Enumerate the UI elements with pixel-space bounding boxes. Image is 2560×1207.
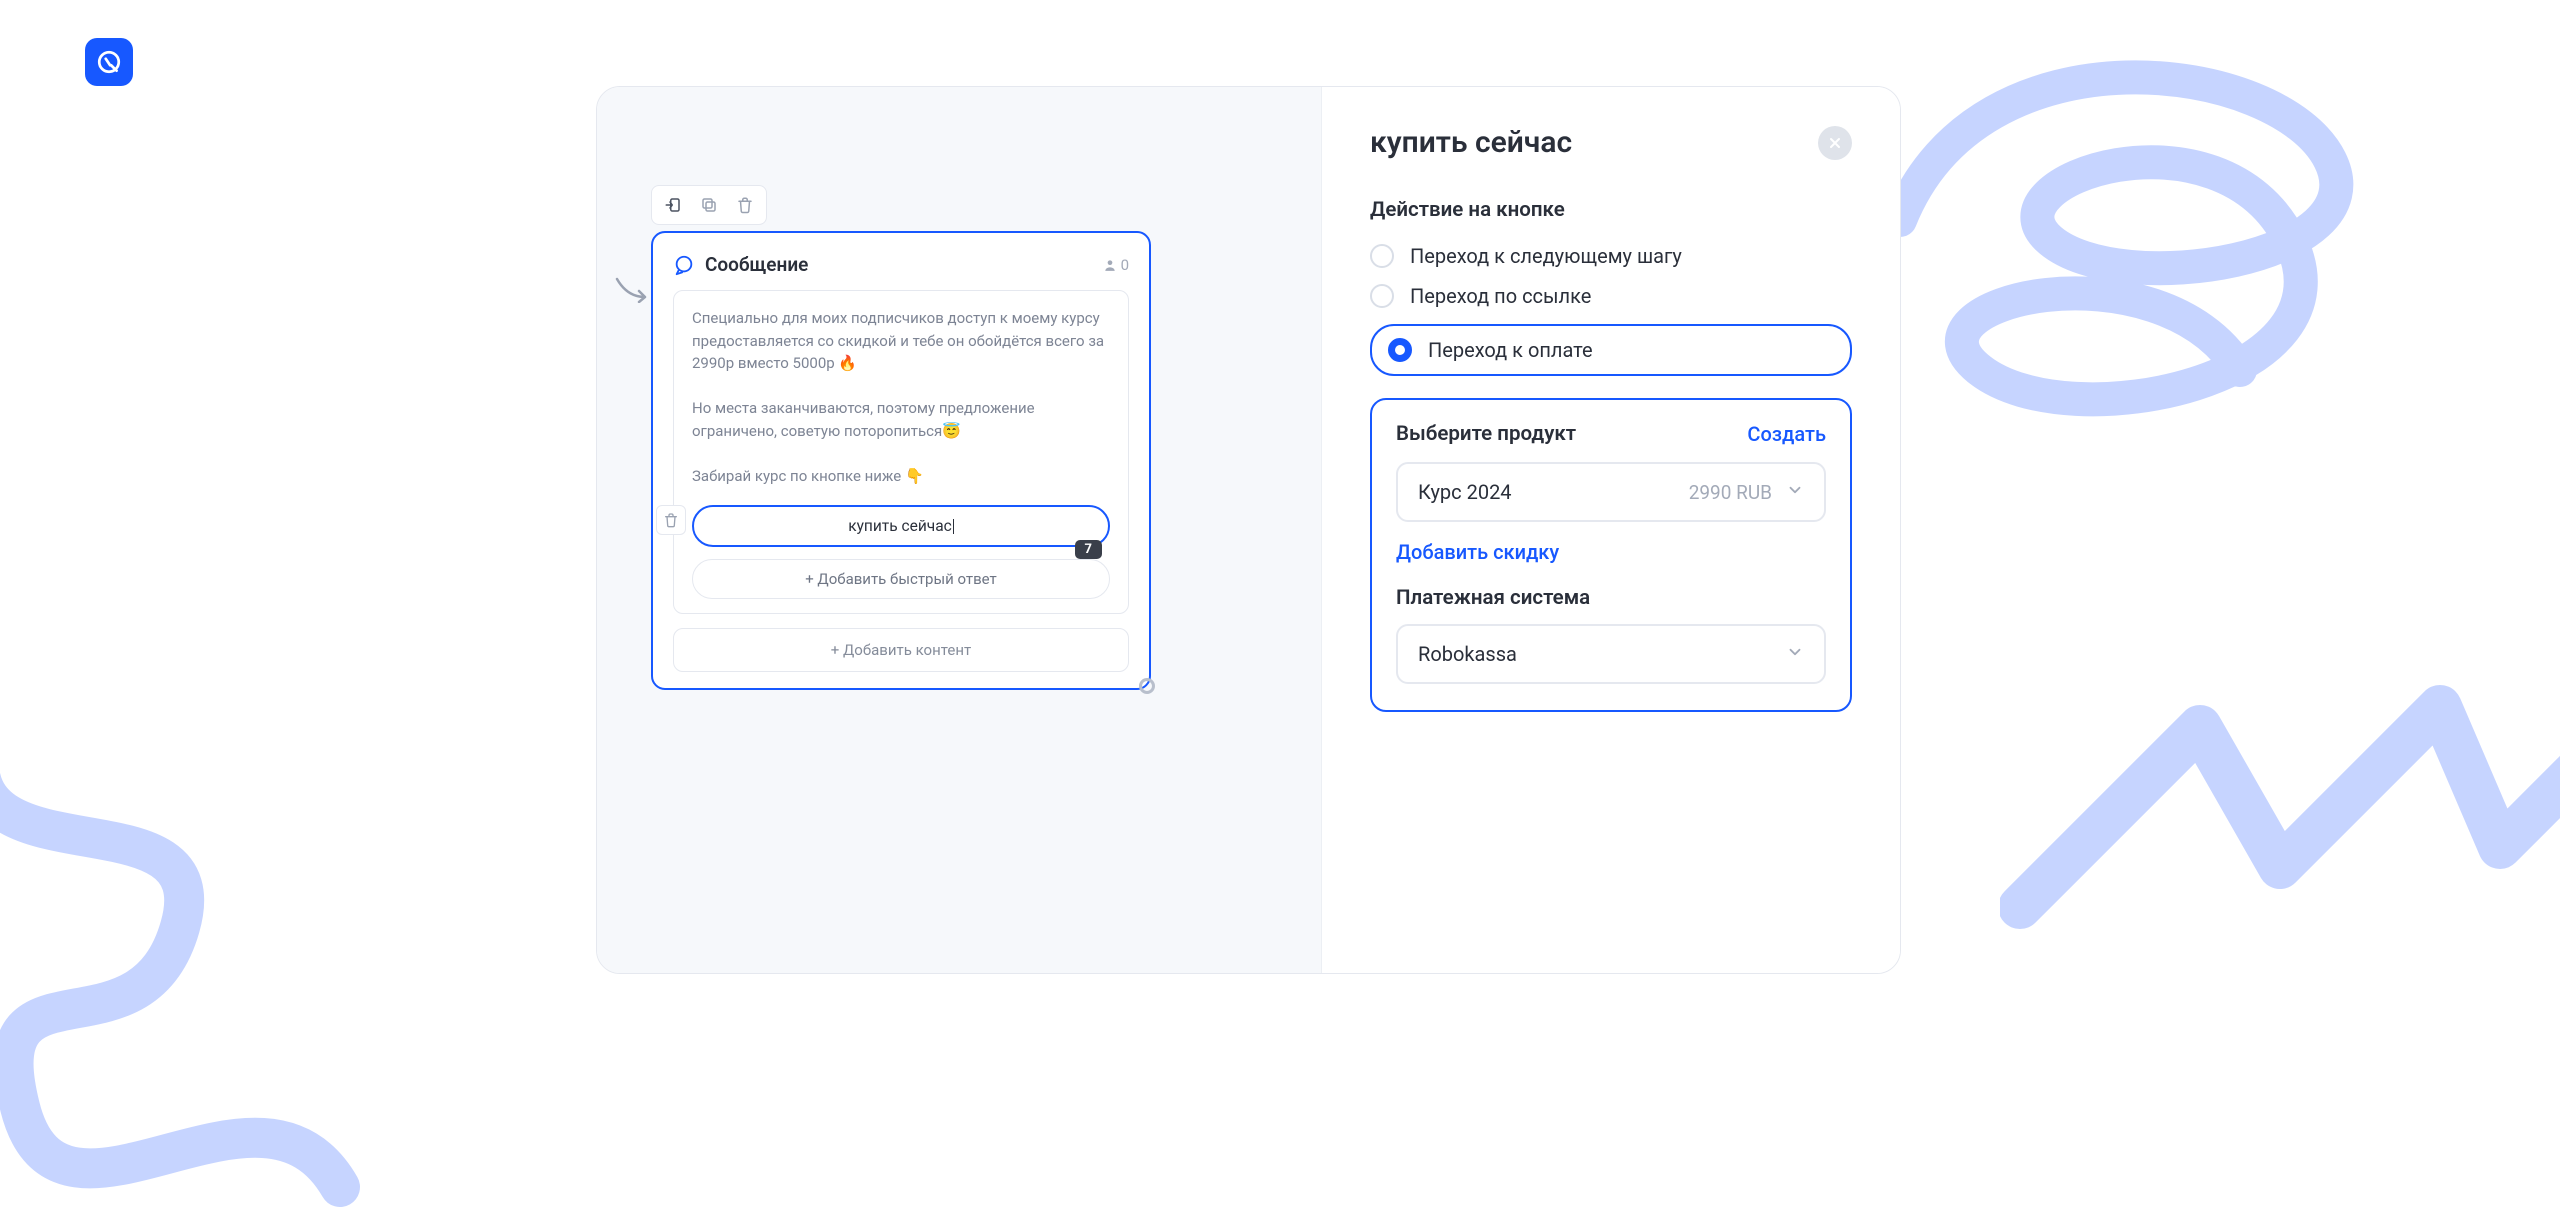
- add-content-button[interactable]: + Добавить контент: [673, 628, 1129, 672]
- chat-bubble-icon: [673, 254, 695, 276]
- card-output-port-icon[interactable]: [1139, 678, 1155, 694]
- copy-icon[interactable]: [694, 190, 724, 220]
- panel-title: купить сейчас: [1370, 125, 1572, 160]
- bg-scribble-top-right: [1860, 0, 2420, 500]
- message-body: Специально для моих подписчиков доступ к…: [673, 290, 1129, 614]
- enter-icon[interactable]: [658, 190, 688, 220]
- message-text[interactable]: Специально для моих подписчиков доступ к…: [692, 307, 1110, 487]
- quick-reply-counter-badge: 7: [1075, 540, 1102, 559]
- payment-system-select[interactable]: Robokassa: [1396, 624, 1826, 684]
- add-quick-reply-button[interactable]: + Добавить быстрый ответ: [692, 559, 1110, 599]
- app-logo: [85, 38, 133, 86]
- button-delete-icon[interactable]: [656, 505, 686, 535]
- radio-payment[interactable]: Переход к оплате: [1370, 324, 1852, 376]
- radio-icon: [1370, 244, 1394, 268]
- radio-icon: [1370, 284, 1394, 308]
- close-icon[interactable]: [1818, 126, 1852, 160]
- chevron-down-icon: [1786, 642, 1804, 666]
- product-select-price: 2990 RUB: [1689, 481, 1772, 504]
- action-radio-group: Переход к следующему шагу Переход по ссы…: [1370, 244, 1852, 376]
- message-card[interactable]: Сообщение 0 Специально для моих подписчи…: [651, 231, 1151, 690]
- bg-scribble-bottom-right: [2000, 647, 2560, 1147]
- product-select-value: Курс 2024: [1418, 480, 1512, 504]
- create-product-link[interactable]: Создать: [1747, 422, 1826, 446]
- add-discount-link[interactable]: Добавить скидку: [1396, 540, 1826, 564]
- card-toolbar: [651, 185, 767, 225]
- product-section-title: Выберите продукт: [1396, 422, 1576, 446]
- radio-next-step[interactable]: Переход к следующему шагу: [1370, 244, 1852, 268]
- product-settings-block: Выберите продукт Создать Курс 2024 2990 …: [1370, 398, 1852, 712]
- bg-scribble-bottom-left: [0, 687, 440, 1207]
- editor-window: Сообщение 0 Специально для моих подписчи…: [596, 86, 1901, 974]
- radio-label: Переход к следующему шагу: [1410, 244, 1682, 268]
- radio-label: Переход к оплате: [1428, 338, 1593, 362]
- radio-label: Переход по ссылке: [1410, 284, 1591, 308]
- product-select[interactable]: Курс 2024 2990 RUB: [1396, 462, 1826, 522]
- message-user-count: 0: [1103, 256, 1129, 274]
- chevron-down-icon: [1786, 480, 1804, 504]
- message-card-header: Сообщение 0: [673, 253, 1129, 276]
- payment-system-title: Платежная система: [1396, 586, 1826, 610]
- payment-system-value: Robokassa: [1418, 642, 1517, 666]
- radio-icon: [1388, 338, 1412, 362]
- buy-button[interactable]: купить сейчас 7: [692, 505, 1110, 547]
- action-section-title: Действие на кнопке: [1370, 198, 1852, 222]
- buy-button-label: купить сейчас: [848, 517, 952, 535]
- message-user-count-value: 0: [1121, 256, 1129, 274]
- message-card-title: Сообщение: [705, 253, 808, 276]
- connector-arrow-icon: [615, 277, 651, 307]
- trash-icon[interactable]: [730, 190, 760, 220]
- canvas-pane[interactable]: Сообщение 0 Специально для моих подписчи…: [597, 87, 1321, 973]
- radio-link[interactable]: Переход по ссылке: [1370, 284, 1852, 308]
- button-settings-panel: купить сейчас Действие на кнопке Переход…: [1321, 87, 1900, 973]
